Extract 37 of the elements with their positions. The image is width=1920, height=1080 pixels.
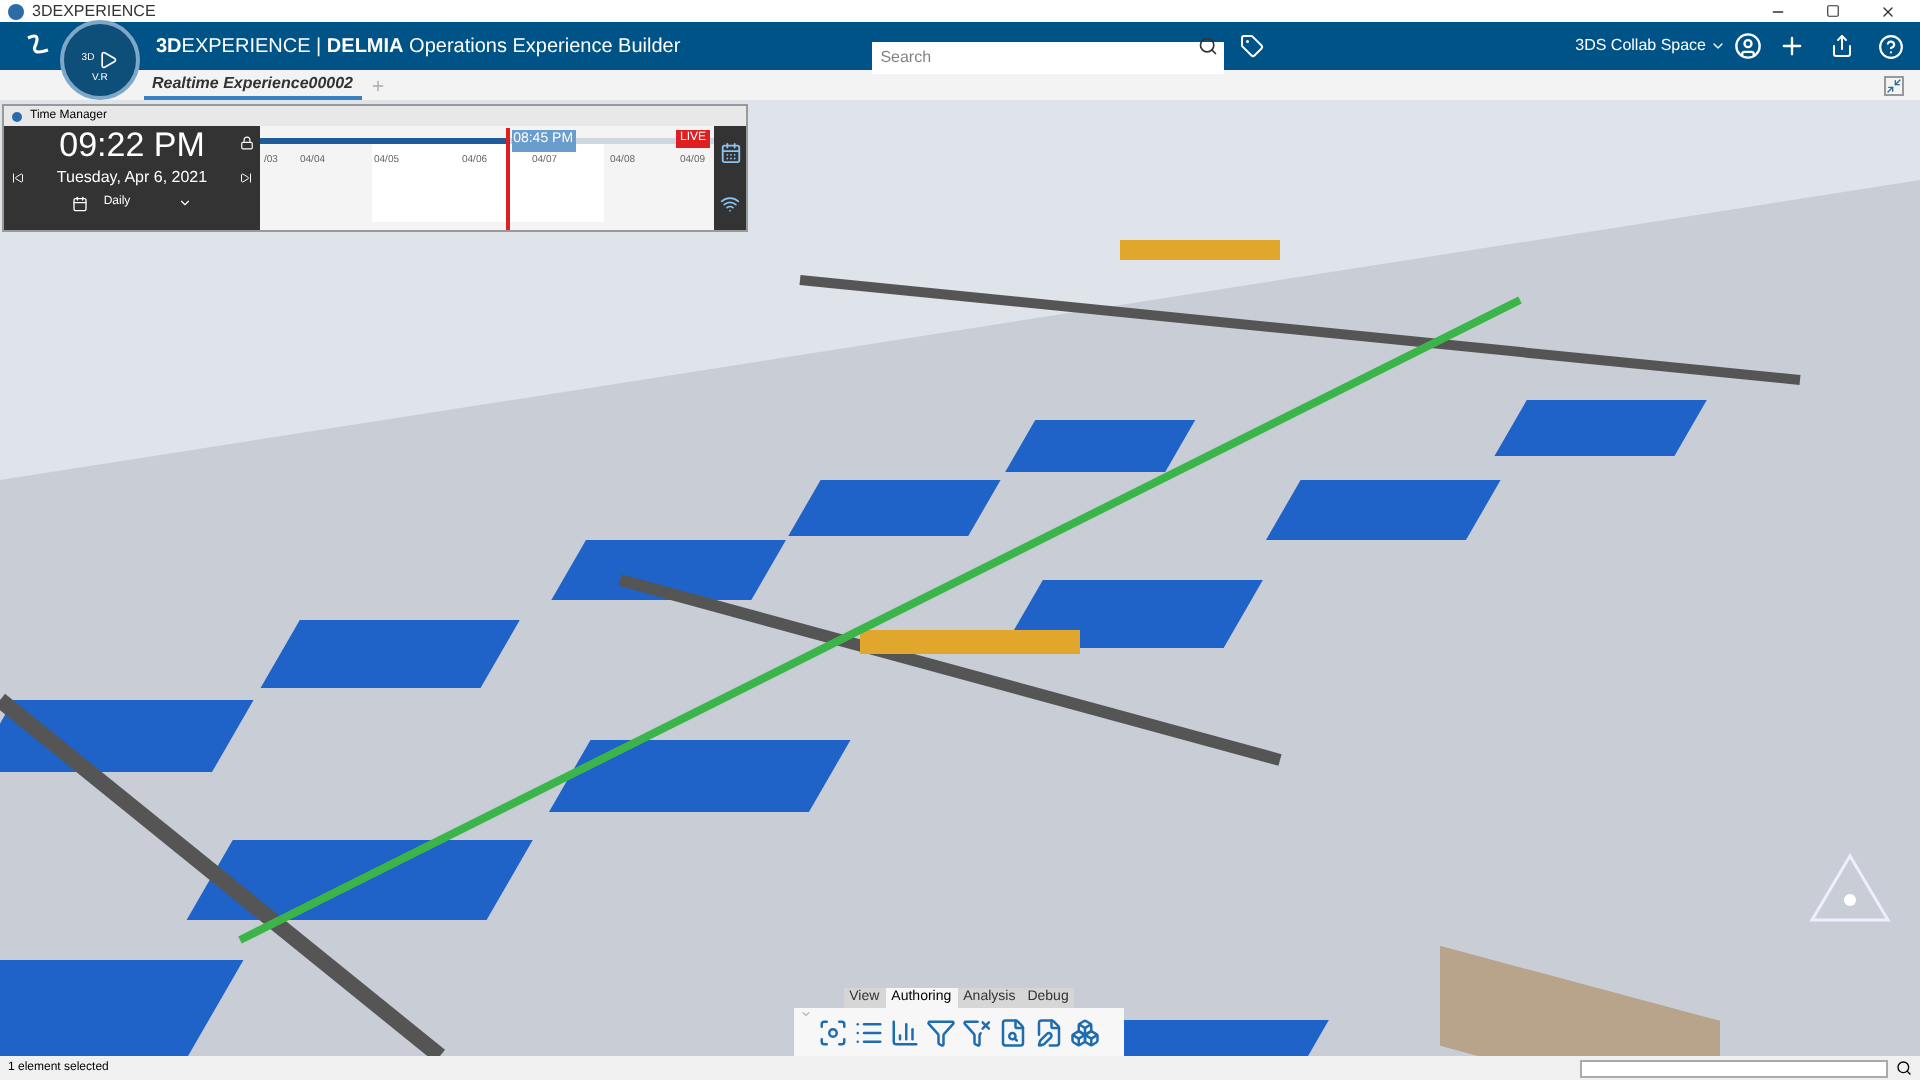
window-title: 3DEXPERIENCE — [32, 0, 158, 23]
calendar-icon[interactable] — [719, 141, 741, 164]
chevron-down-icon — [1710, 38, 1726, 54]
close-icon[interactable] — [1880, 3, 1896, 19]
lock-icon[interactable] — [240, 136, 254, 150]
bar-chart-icon[interactable] — [890, 1017, 920, 1047]
calendar-icon — [71, 195, 88, 211]
collapse-icon[interactable] — [1884, 75, 1904, 95]
tag-icon[interactable] — [1240, 34, 1265, 58]
collab-space-dropdown[interactable]: 3DS Collab Space — [1575, 34, 1726, 58]
time-cursor[interactable] — [505, 128, 510, 230]
search-icon[interactable] — [1198, 36, 1219, 56]
cubes-icon[interactable] — [1070, 1017, 1100, 1047]
current-date: Tuesday, Apr 6, 2021 — [56, 166, 208, 190]
focus-icon[interactable] — [818, 1017, 848, 1047]
app-brand-title: 3DEXPERIENCE | DELMIA Operations Experience Builder — [156, 33, 681, 61]
share-icon[interactable] — [1830, 34, 1854, 58]
search-field[interactable]: Search — [872, 41, 1225, 73]
help-icon[interactable] — [1878, 33, 1904, 59]
document-edit-icon[interactable] — [1034, 1017, 1064, 1047]
play-icon — [98, 50, 119, 70]
restore-icon[interactable] — [1826, 4, 1840, 18]
list-icon[interactable] — [854, 1017, 884, 1047]
filter-icon[interactable] — [926, 1017, 956, 1047]
previous-icon[interactable] — [12, 172, 24, 184]
clock-icon — [12, 111, 22, 121]
user-icon[interactable] — [1734, 32, 1762, 60]
company-logo-icon — [24, 32, 52, 60]
command-field[interactable] — [1580, 1059, 1888, 1077]
app-logo-icon — [8, 3, 24, 19]
filter-clear-icon[interactable] — [962, 1017, 992, 1047]
next-icon[interactable] — [239, 172, 252, 184]
search-icon[interactable] — [1896, 1060, 1912, 1076]
chevron-down-icon — [178, 196, 193, 210]
document-search-icon[interactable] — [998, 1017, 1028, 1047]
add-icon[interactable] — [1778, 32, 1806, 60]
current-time: 09:22 PM — [59, 126, 205, 166]
